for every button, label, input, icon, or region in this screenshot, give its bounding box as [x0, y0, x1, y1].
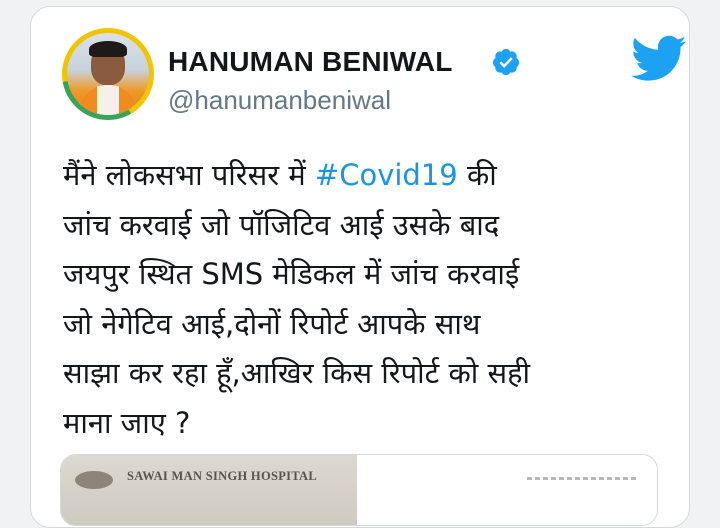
tweet-text-start: मैंने लोकसभा परिसर में — [63, 158, 315, 192]
document-text-lines — [527, 477, 637, 480]
media-caption: SAWAI MAN SINGH HOSPITAL — [127, 469, 317, 483]
verified-badge-icon — [492, 48, 520, 76]
hashtag-link[interactable]: #Covid19 — [315, 158, 458, 192]
media-image-left[interactable]: SAWAI MAN SINGH HOSPITAL — [61, 455, 357, 525]
media-image-right[interactable] — [359, 455, 657, 525]
hospital-logo-icon — [75, 471, 113, 489]
avatar-photo — [67, 33, 149, 115]
twitter-bird-icon[interactable] — [631, 35, 687, 83]
author-avatar[interactable] — [62, 28, 154, 120]
author-handle[interactable]: @hanumanbeniwal — [168, 85, 391, 116]
tweet-media-preview[interactable]: SAWAI MAN SINGH HOSPITAL — [60, 454, 658, 526]
tweet-text: मैंने लोकसभा परिसर में #Covid19 की जांच … — [63, 151, 683, 448]
author-name[interactable]: HANUMAN BENIWAL — [168, 46, 453, 78]
tweet-text-rest: की जांच करवाई जो पॉजिटिव आई उसके बाद जयप… — [63, 158, 530, 440]
tweet-card: HANUMAN BENIWAL @hanumanbeniwal मैंने लो… — [30, 6, 690, 528]
